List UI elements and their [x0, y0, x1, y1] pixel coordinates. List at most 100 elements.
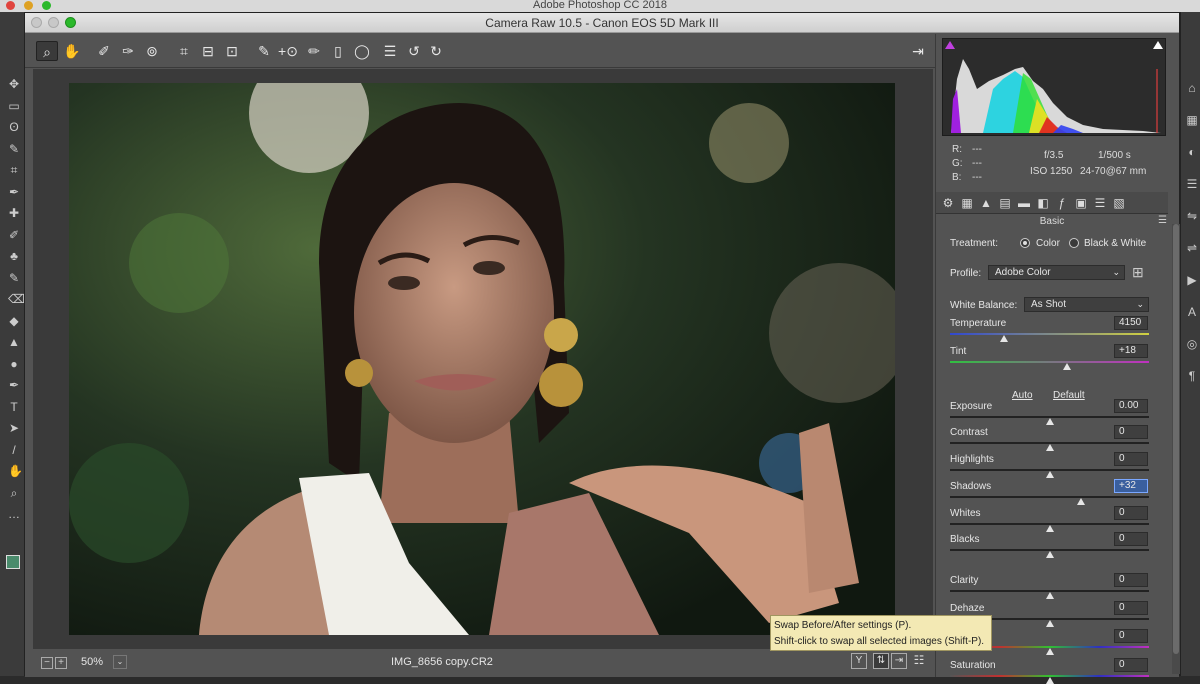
photoshop-tool-icons[interactable]: ✥ ▭ ʘ ✎ ⌗ ✒ ✚ ✐ ♣ ✎ ⌫ ◆ ▲ ● ✒ T ➤ / ✋ ⌕… [8, 74, 25, 526]
g-value: --- [972, 158, 982, 169]
lens-corrections-tab-icon[interactable]: ◧ [1035, 195, 1051, 211]
blacks-slider-thumb[interactable] [1045, 551, 1054, 558]
transform-icon[interactable]: ⊡ [221, 41, 243, 61]
panel-tabs: ⚙ ▦ ▲ ▤ ▬ ◧ ƒ ▣ ☰ ▧ [936, 192, 1168, 214]
profile-browser-icon[interactable]: ⊞ [1132, 264, 1148, 280]
tint-slider-thumb[interactable] [1063, 363, 1072, 370]
exposure-value-field[interactable]: 0.00 [1114, 399, 1148, 413]
effects-tab-icon[interactable]: ƒ [1054, 195, 1070, 211]
histogram [942, 38, 1166, 136]
foreground-color-swatch[interactable] [6, 555, 20, 569]
whites-slider-thumb[interactable] [1045, 525, 1054, 532]
zoom-in-button[interactable]: + [55, 657, 67, 669]
fullscreen-icon[interactable]: ⇥ [907, 41, 929, 61]
graduated-filter-icon[interactable]: ▯ [327, 41, 349, 61]
clarity-value-field[interactable]: 0 [1114, 573, 1148, 587]
aperture: f/3.5 [1044, 150, 1064, 161]
split-toning-tab-icon[interactable]: ▬ [1016, 195, 1032, 211]
preview-canvas[interactable] [33, 69, 933, 649]
saturation-value-field[interactable]: 0 [1114, 658, 1148, 672]
whites-value-field[interactable]: 0 [1114, 506, 1148, 520]
clarity-slider-thumb[interactable] [1045, 592, 1054, 599]
swap-before-after-button[interactable]: ⇅ [873, 653, 889, 669]
zoom-dropdown-button[interactable]: ⌄ [113, 655, 127, 669]
treatment-bw-label: Black & White [1084, 238, 1147, 249]
contrast-value-field[interactable]: 0 [1114, 425, 1148, 439]
rotate-cw-icon[interactable]: ↻ [425, 41, 447, 61]
red-eye-icon[interactable]: +⊙ [277, 41, 299, 61]
basic-tab-icon[interactable]: ⚙ [940, 195, 956, 211]
panel-menu-icon[interactable]: ☰ [1158, 215, 1167, 226]
shadows-slider-track[interactable] [950, 496, 1149, 498]
spot-removal-icon[interactable]: ✎ [253, 41, 275, 61]
tint-value-field[interactable]: +18 [1114, 344, 1148, 358]
tint-slider-track[interactable] [950, 361, 1149, 363]
shadows-slider-thumb[interactable] [1077, 498, 1086, 505]
shadows-label: Shadows [950, 481, 992, 492]
rotate-ccw-icon[interactable]: ↺ [403, 41, 425, 61]
hand-icon[interactable]: ✋ [61, 41, 83, 61]
presets-tab-icon[interactable]: ☰ [1092, 195, 1108, 211]
adjustment-panel: R: --- G: --- B: --- f/3.5 1/500 s ISO 1… [935, 34, 1180, 684]
exposure-label: Exposure [950, 401, 993, 412]
tint-label: Tint [950, 346, 967, 357]
zoom-out-button[interactable]: − [41, 657, 53, 669]
treatment-color-radio[interactable] [1020, 238, 1030, 248]
shadows-value-field[interactable]: +32 [1114, 479, 1148, 493]
blacks-value-field[interactable]: 0 [1114, 532, 1148, 546]
zoom-icon[interactable]: ⌕ [36, 41, 58, 61]
treatment-bw-radio[interactable] [1069, 238, 1079, 248]
profile-dropdown[interactable]: Adobe Color ⌄ [988, 265, 1125, 280]
white-balance-icon[interactable]: ✐ [93, 41, 115, 61]
radial-filter-icon[interactable]: ◯ [351, 41, 373, 61]
snapshots-tab-icon[interactable]: ▧ [1111, 195, 1127, 211]
auto-button[interactable]: Auto [1012, 390, 1033, 401]
contrast-slider-thumb[interactable] [1045, 444, 1054, 451]
crop-icon[interactable]: ⌗ [173, 41, 195, 61]
blacks-label: Blacks [950, 534, 980, 545]
scrollbar-thumb[interactable] [1173, 224, 1179, 654]
copy-settings-button[interactable]: ⇥ [891, 653, 907, 669]
lens: 24-70@67 mm [1080, 166, 1147, 177]
highlights-label: Highlights [950, 454, 994, 465]
b-label: B: [952, 172, 962, 183]
dehaze-value-field[interactable]: 0 [1114, 601, 1148, 615]
temperature-slider-track[interactable] [950, 333, 1149, 335]
panel-icons[interactable]: ⌂ ▦ ◐ ☰ ⇋ ⇌ ▶ A ◎ ¶ [1185, 72, 1199, 392]
highlights-value-field[interactable]: 0 [1114, 452, 1148, 466]
r-value: --- [972, 144, 982, 155]
photo-preview[interactable] [69, 83, 895, 635]
profile-label: Profile: [950, 268, 982, 279]
targeted-adjustment-icon[interactable]: ⊚ [141, 41, 163, 61]
zoom-level: 50% [81, 656, 104, 668]
before-after-view-button[interactable]: Y [851, 653, 867, 669]
dehaze-slider-thumb[interactable] [1045, 620, 1054, 627]
detail-tab-icon[interactable]: ▲ [978, 195, 994, 211]
straighten-icon[interactable]: ⊟ [197, 41, 219, 61]
white-balance-dropdown[interactable]: As Shot ⌄ [1024, 297, 1149, 312]
calibration-tab-icon[interactable]: ▣ [1073, 195, 1089, 211]
preferences-icon[interactable]: ☰ [379, 41, 401, 61]
panel-scrollbar[interactable] [1172, 224, 1180, 674]
filename: IMG_8656 copy.CR2 [391, 656, 493, 668]
highlights-slider-thumb[interactable] [1045, 471, 1054, 478]
color-sampler-icon[interactable]: ✑ [117, 41, 139, 61]
exposure-slider-thumb[interactable] [1045, 418, 1054, 425]
saturation-slider-thumb[interactable] [1045, 677, 1054, 684]
g-label: G: [952, 158, 963, 169]
status-bar: − + 50% ⌄ IMG_8656 copy.CR2 Y ⇅ ⇥ ☷ [25, 649, 935, 677]
default-button[interactable]: Default [1053, 390, 1085, 401]
temperature-value-field[interactable]: 4150 [1114, 316, 1148, 330]
vibrance-value-field[interactable]: 0 [1114, 629, 1148, 643]
temperature-label: Temperature [950, 318, 1007, 329]
chevron-down-icon: ⌄ [1136, 299, 1144, 309]
adjustment-brush-icon[interactable]: ✏ [303, 41, 325, 61]
shutter-speed: 1/500 s [1098, 150, 1131, 161]
vibrance-slider-thumb[interactable] [1045, 648, 1054, 655]
b-value: --- [972, 172, 982, 183]
r-label: R: [952, 144, 962, 155]
temperature-slider-thumb[interactable] [999, 335, 1008, 342]
tone-curve-tab-icon[interactable]: ▦ [959, 195, 975, 211]
hsl-tab-icon[interactable]: ▤ [997, 195, 1013, 211]
toggle-settings-icon[interactable]: ☷ [911, 653, 927, 669]
